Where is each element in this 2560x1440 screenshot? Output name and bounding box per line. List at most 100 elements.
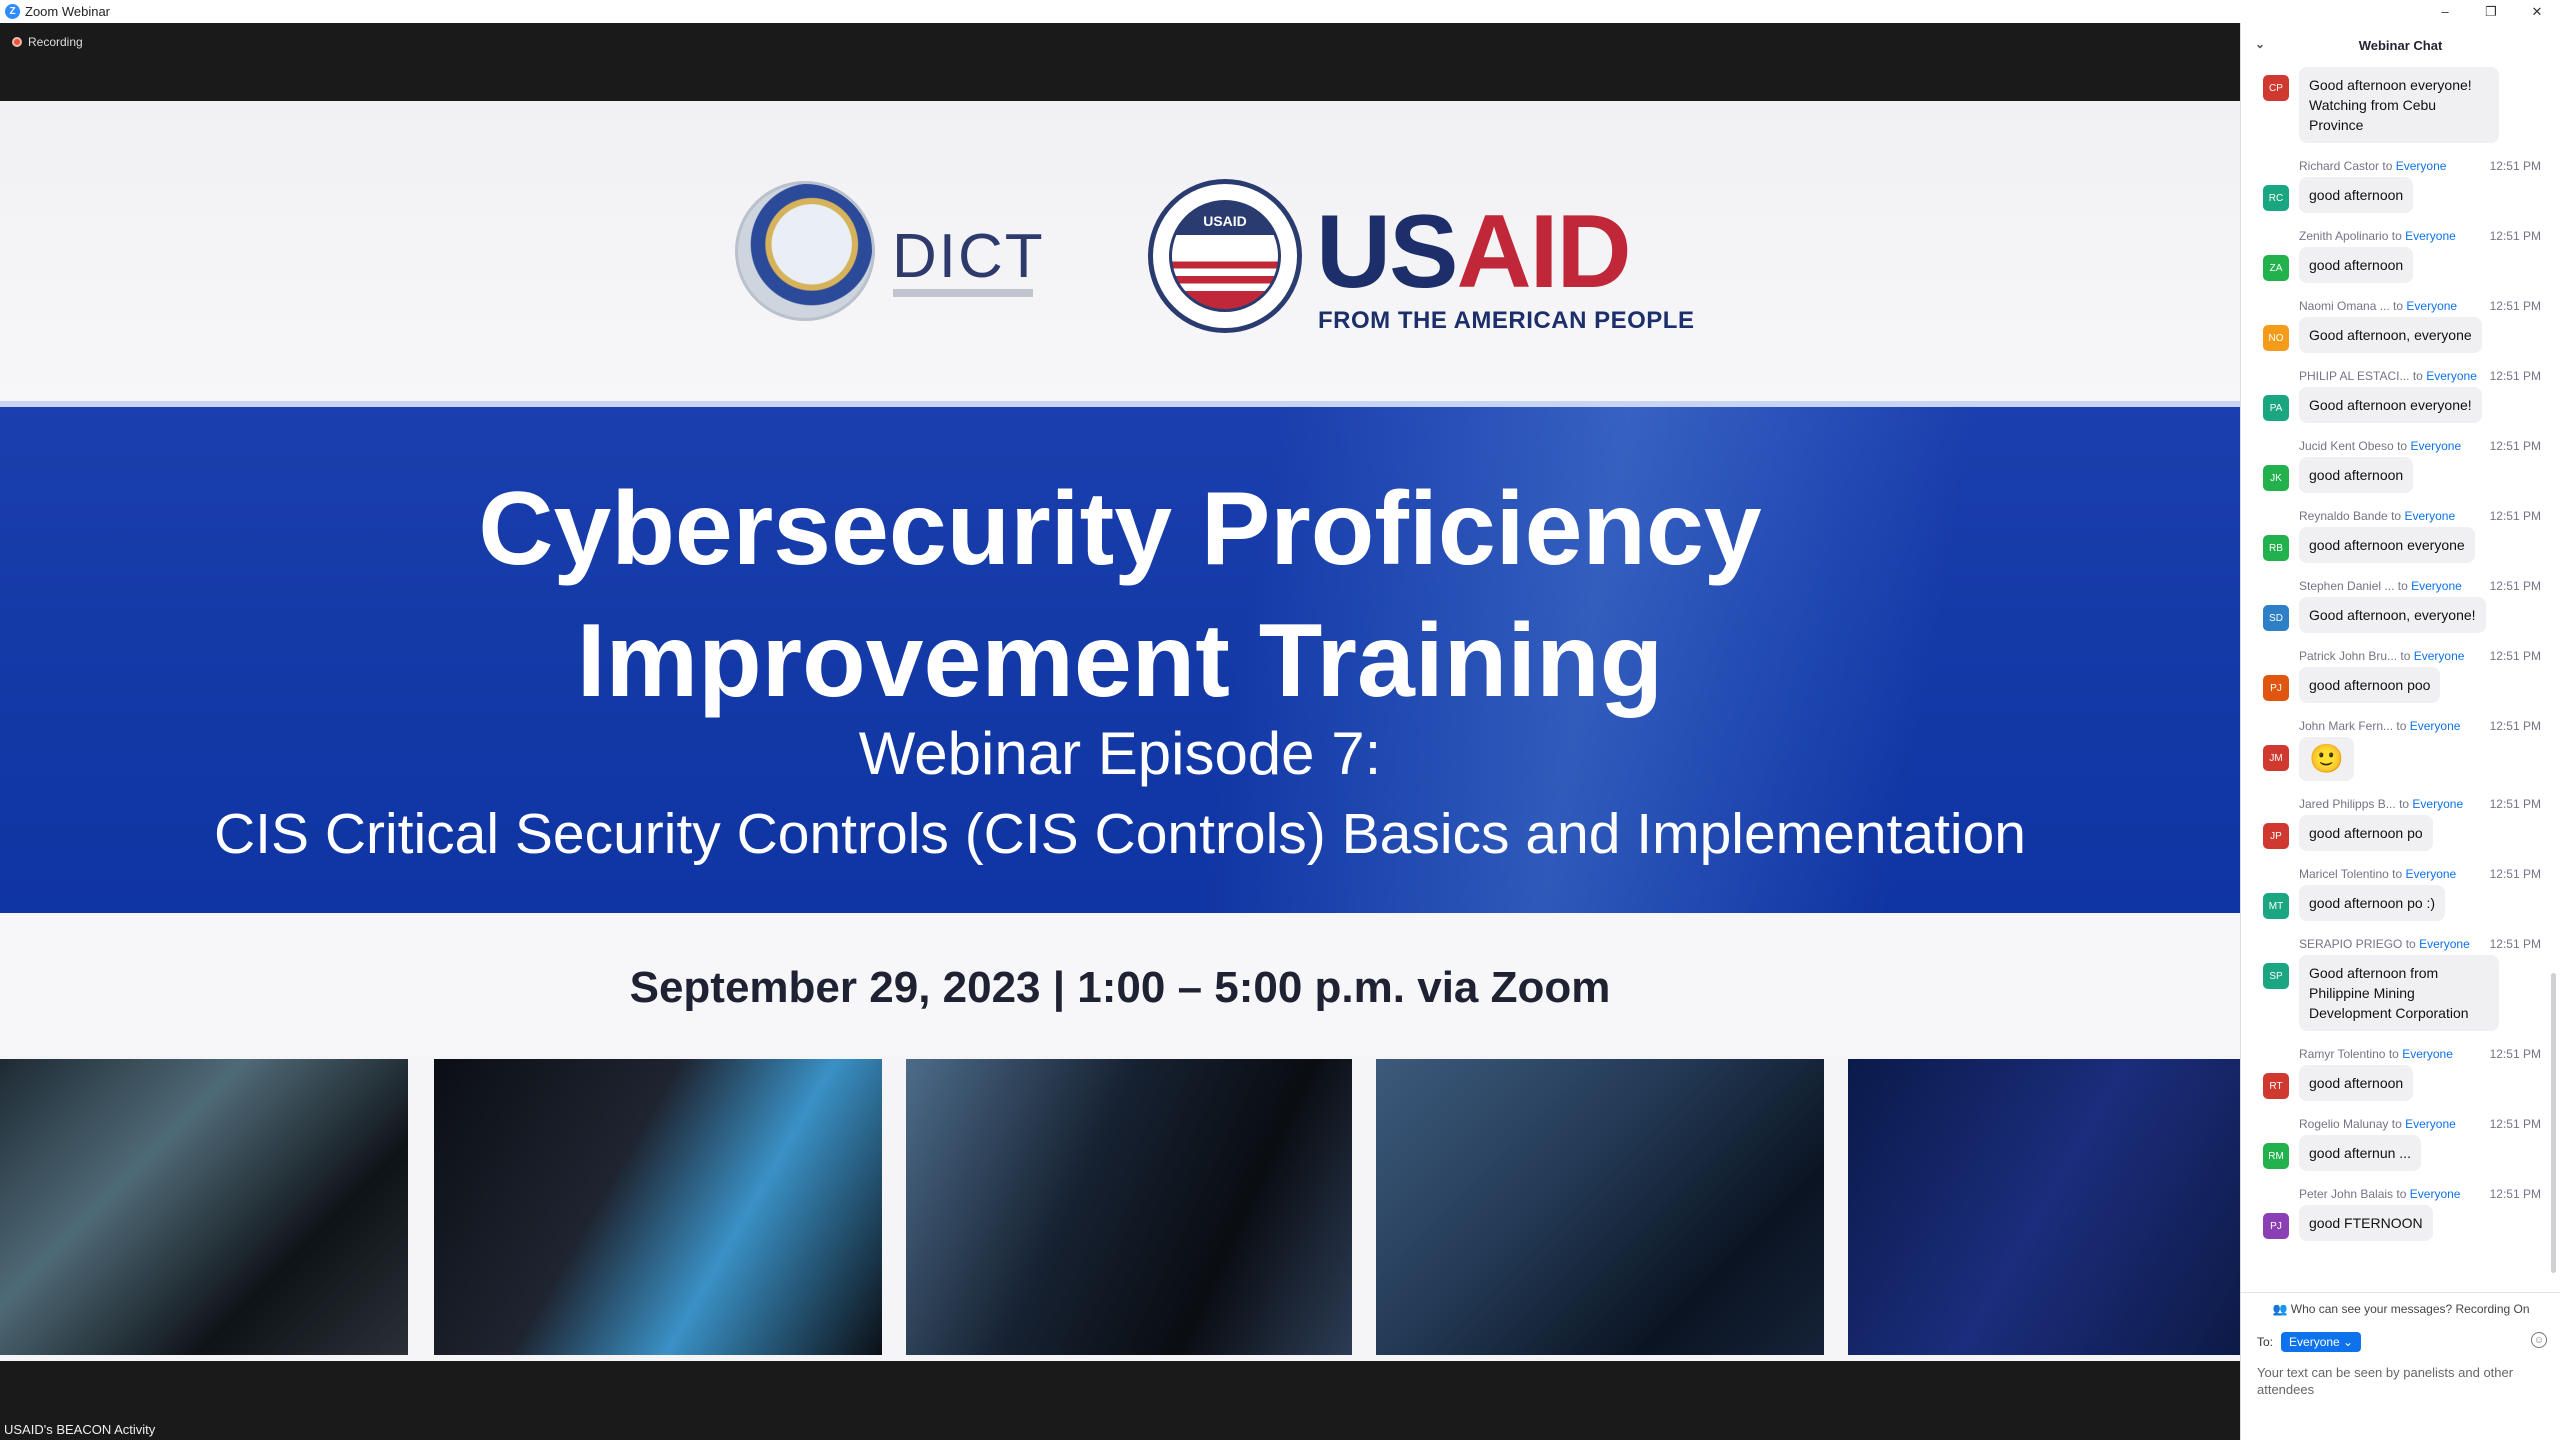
recipient-name[interactable]: Everyone	[2426, 369, 2477, 383]
recipient-name[interactable]: Everyone	[2402, 1047, 2453, 1061]
recording-indicator[interactable]: Recording	[12, 35, 83, 49]
message-time: 12:51 PM	[2489, 229, 2541, 243]
chat-message[interactable]: Rogelio Malunay to Everyone 12:51 PM RM goo…	[2241, 1113, 2560, 1171]
recipient-connector: to	[2396, 719, 2407, 733]
chat-scrollbar[interactable]	[2551, 973, 2556, 1273]
recipient-connector: to	[2391, 229, 2402, 243]
chat-message[interactable]: Naomi Omana ... to Everyone 12:51 PM NO Goo…	[2241, 295, 2560, 353]
minimize-button[interactable]: –	[2422, 0, 2468, 23]
message-bubble: Good afternoon everyone!	[2299, 387, 2482, 423]
recipient-connector: to	[2392, 867, 2403, 881]
message-bubble: good afternoon po :)	[2299, 885, 2446, 921]
recipient-name[interactable]: Everyone	[2406, 299, 2457, 313]
chat-message[interactable]: Patrick John Bru... to Everyone 12:51 PM P…	[2241, 645, 2560, 703]
recipient-dropdown[interactable]: Everyone ⌄	[2281, 1332, 2362, 1352]
chat-message[interactable]: John Mark Fern... to Everyone 12:51 PM JM 🙂	[2241, 715, 2560, 781]
close-button[interactable]: ✕	[2514, 0, 2560, 23]
photo-computer-workstation	[0, 1059, 408, 1355]
chat-message-header: John Mark Fern... to Everyone 12:51 PM	[2299, 715, 2541, 737]
message-time: 12:51 PM	[2489, 1047, 2541, 1061]
recipient-name[interactable]: Everyone	[2410, 439, 2461, 453]
sender-name: Maricel Tolentino	[2299, 867, 2389, 881]
chat-header: ⌄ Webinar Chat	[2241, 23, 2560, 67]
chat-message-header: Zenith Apolinario to Everyone 12:51 PM	[2299, 225, 2541, 247]
chat-message[interactable]: Maricel Tolentino to Everyone 12:51 PM MT g…	[2241, 863, 2560, 921]
chat-message[interactable]: Jucid Kent Obeso to Everyone 12:51 PM JK go…	[2241, 435, 2560, 493]
chat-message[interactable]: Jared Philipps B... to Everyone 12:51 PM J…	[2241, 793, 2560, 851]
recipient-connector: to	[2405, 937, 2416, 951]
message-time: 12:51 PM	[2489, 867, 2541, 881]
chat-message[interactable]: Ramyr Tolentino to Everyone 12:51 PM RT goo…	[2241, 1043, 2560, 1101]
chat-title: Webinar Chat	[2358, 37, 2443, 53]
chat-message-header: Patrick John Bru... to Everyone 12:51 PM	[2299, 645, 2541, 667]
chat-message[interactable]: Reynaldo Bande to Everyone 12:51 PM RB good…	[2241, 505, 2560, 563]
dict-logo-text: DICT	[892, 222, 1045, 291]
restore-button[interactable]: ❐	[2468, 0, 2514, 23]
avatar: RT	[2263, 1073, 2289, 1099]
avatar: PJ	[2263, 675, 2289, 701]
video-area: Recording DICT USAID USAID FROM THE AMER…	[0, 23, 2240, 1440]
chat-message-header: Maricel Tolentino to Everyone 12:51 PM	[2299, 863, 2541, 885]
shared-slide: DICT USAID USAID FROM THE AMERICAN PEOPL…	[0, 101, 2240, 1361]
recipient-name[interactable]: Everyone	[2406, 867, 2457, 881]
slide-subtitle: CIS Critical Security Controls (CIS Cont…	[214, 802, 2026, 866]
window-titlebar: Z Zoom Webinar – ❐ ✕	[0, 0, 2560, 23]
chat-message[interactable]: Stephen Daniel ... to Everyone 12:51 PM SD…	[2241, 575, 2560, 633]
message-time: 12:51 PM	[2489, 1117, 2541, 1131]
banner-divider	[0, 401, 2240, 407]
recipient-name[interactable]: Everyone	[2404, 509, 2455, 523]
avatar: NO	[2263, 325, 2289, 351]
recipient-name[interactable]: Everyone	[2414, 649, 2465, 663]
record-icon	[12, 37, 22, 47]
message-bubble: good afternoon everyone	[2299, 527, 2475, 563]
chat-message[interactable]: PHILIP AL ESTACI... to Everyone 12:51 PM P…	[2241, 365, 2560, 423]
avatar: PJ	[2263, 1213, 2289, 1239]
chat-panel: ⌄ Webinar Chat CP Good afternoon everyone…	[2240, 23, 2560, 1440]
usaid-wordmark-us: US	[1316, 194, 1458, 310]
chat-message[interactable]: SERAPIO PRIEGO to Everyone 12:51 PM SP Good…	[2241, 933, 2560, 1031]
recipient-connector: to	[2393, 299, 2404, 313]
avatar: RC	[2263, 185, 2289, 211]
recipient-connector: to	[2397, 579, 2408, 593]
recipient-name[interactable]: Everyone	[2405, 1117, 2456, 1131]
chat-message-header: Jucid Kent Obeso to Everyone 12:51 PM	[2299, 435, 2541, 457]
chat-message[interactable]: CP Good afternoon everyone! Watching from…	[2241, 67, 2560, 143]
recipient-name[interactable]: Everyone	[2405, 229, 2456, 243]
recipient-name[interactable]: Everyone	[2411, 579, 2462, 593]
date-row: September 29, 2023 | 1:00 – 5:00 p.m. vi…	[0, 913, 2240, 1055]
message-time: 12:51 PM	[2489, 579, 2541, 593]
usaid-seal-logo: USAID	[1148, 179, 1302, 333]
recipient-name[interactable]: Everyone	[2412, 797, 2463, 811]
message-bubble: Good afternoon everyone! Watching from C…	[2299, 67, 2499, 143]
recipient-name[interactable]: Everyone	[2419, 937, 2470, 951]
sender-name: Jared Philipps B...	[2299, 797, 2396, 811]
chat-message-list[interactable]: CP Good afternoon everyone! Watching from…	[2241, 67, 2560, 1292]
chat-footer: 👥 Who can see your messages? Recording O…	[2241, 1292, 2560, 1440]
chat-message[interactable]: Richard Castor to Everyone 12:51 PM RC good…	[2241, 155, 2560, 213]
sender-name: Peter John Balais	[2299, 1187, 2394, 1201]
sender-name: Reynaldo Bande	[2299, 509, 2388, 523]
recipient-name[interactable]: Everyone	[2410, 1187, 2461, 1201]
to-label: To:	[2257, 1335, 2274, 1349]
recipient-name[interactable]: Everyone	[2396, 159, 2447, 173]
avatar: SD	[2263, 605, 2289, 631]
message-time: 12:51 PM	[2489, 797, 2541, 811]
sender-name: SERAPIO PRIEGO	[2299, 937, 2403, 951]
usaid-wordmark-aid: AID	[1456, 194, 1631, 310]
chat-message[interactable]: Peter John Balais to Everyone 12:51 PM PJ g…	[2241, 1183, 2560, 1241]
message-bubble: good afternoon	[2299, 177, 2414, 213]
who-can-see-link[interactable]: 👥 Who can see your messages? Recording O…	[2241, 1302, 2560, 1316]
message-bubble: Good afternoon from Philippine Mining De…	[2299, 955, 2499, 1031]
chat-message-header: Jared Philipps B... to Everyone 12:51 PM	[2299, 793, 2541, 815]
chat-input[interactable]: Your text can be seen by panelists and o…	[2241, 1352, 2560, 1398]
photo-keyboard-typing	[906, 1059, 1352, 1355]
chevron-down-icon[interactable]: ⌄	[2255, 37, 2265, 51]
presenter-name: USAID's BEACON Activity	[4, 1422, 156, 1437]
chat-message[interactable]: Zenith Apolinario to Everyone 12:51 PM ZA g…	[2241, 225, 2560, 283]
emoji-icon[interactable]: ☺	[2531, 1332, 2547, 1348]
avatar: CP	[2263, 75, 2289, 101]
recipient-connector: to	[2400, 649, 2411, 663]
recipient-name[interactable]: Everyone	[2410, 719, 2461, 733]
chat-message-header: Richard Castor to Everyone 12:51 PM	[2299, 155, 2541, 177]
sender-name: Rogelio Malunay	[2299, 1117, 2389, 1131]
